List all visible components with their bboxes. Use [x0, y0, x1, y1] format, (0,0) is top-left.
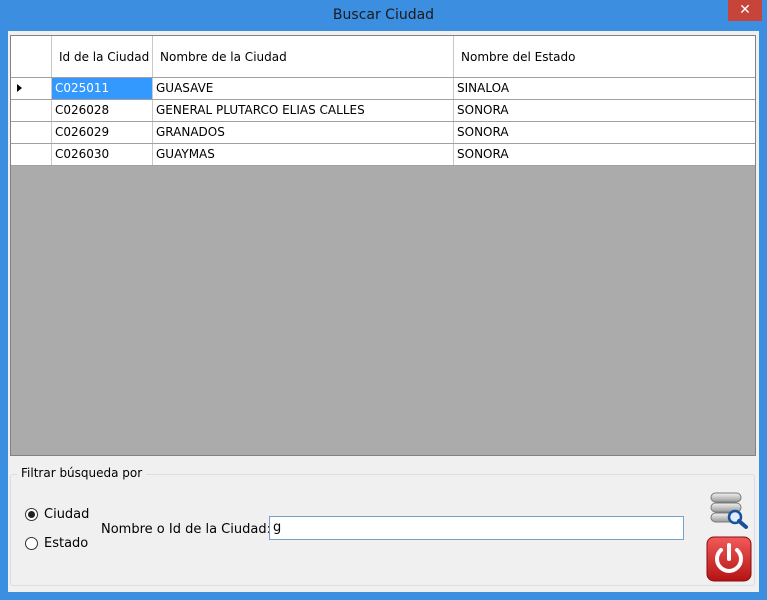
radio-estado-label[interactable]: Estado [44, 536, 88, 551]
cell-estado[interactable]: SONORA [454, 122, 755, 143]
close-button[interactable]: ✕ [728, 0, 762, 21]
current-row-arrow-icon [17, 84, 22, 92]
table-row[interactable]: C026029 GRANADOS SONORA [11, 122, 755, 144]
search-database-icon [710, 492, 748, 529]
radio-estado-indicator[interactable] [25, 537, 38, 550]
grid-header: Id de la Ciudad Nombre de la Ciudad Nomb… [11, 36, 755, 78]
search-button[interactable] [709, 491, 749, 529]
row-header[interactable] [11, 100, 52, 121]
radio-ciudad-indicator[interactable] [25, 508, 38, 521]
cell-estado[interactable]: SONORA [454, 100, 755, 121]
search-field-label: Nombre o Id de la Ciudad: [101, 522, 271, 537]
cities-grid[interactable]: Id de la Ciudad Nombre de la Ciudad Nomb… [10, 35, 756, 456]
row-header[interactable] [11, 122, 52, 143]
filter-group-title: Filtrar búsqueda por [17, 466, 147, 480]
cell-id[interactable]: C026030 [52, 144, 153, 165]
cell-ciudad[interactable]: GUAYMAS [153, 144, 454, 165]
cell-ciudad[interactable]: GRANADOS [153, 122, 454, 143]
cell-ciudad[interactable]: GUASAVE [153, 78, 454, 99]
cell-id[interactable]: C025011 [52, 78, 153, 99]
cell-id[interactable]: C026028 [52, 100, 153, 121]
filter-groupbox: Filtrar búsqueda por Ciudad Estado Nombr… [10, 466, 755, 586]
window-client: Id de la Ciudad Nombre de la Ciudad Nomb… [8, 31, 759, 592]
search-input[interactable]: g [269, 516, 684, 540]
table-row[interactable]: C025011 GUASAVE SINALOA [11, 78, 755, 100]
column-header-ciudad[interactable]: Nombre de la Ciudad [153, 36, 454, 77]
cell-ciudad[interactable]: GENERAL PLUTARCO ELIAS CALLES [153, 100, 454, 121]
column-header-estado[interactable]: Nombre del Estado [454, 36, 755, 77]
window-title: Buscar Ciudad [332, 7, 435, 23]
cell-id[interactable]: C026029 [52, 122, 153, 143]
power-icon [706, 536, 752, 582]
cell-estado[interactable]: SONORA [454, 144, 755, 165]
row-header[interactable] [11, 144, 52, 165]
cell-estado[interactable]: SINALOA [454, 78, 755, 99]
exit-button[interactable] [706, 536, 752, 582]
title-bar: Buscar Ciudad ✕ [0, 0, 767, 31]
row-header[interactable] [11, 78, 52, 99]
column-header-id[interactable]: Id de la Ciudad [52, 36, 153, 77]
radio-ciudad-label[interactable]: Ciudad [44, 507, 89, 522]
table-row[interactable]: C026028 GENERAL PLUTARCO ELIAS CALLES SO… [11, 100, 755, 122]
radio-estado[interactable]: Estado [25, 536, 88, 551]
row-header-corner [11, 36, 52, 77]
table-row[interactable]: C026030 GUAYMAS SONORA [11, 144, 755, 166]
radio-ciudad[interactable]: Ciudad [25, 507, 89, 522]
